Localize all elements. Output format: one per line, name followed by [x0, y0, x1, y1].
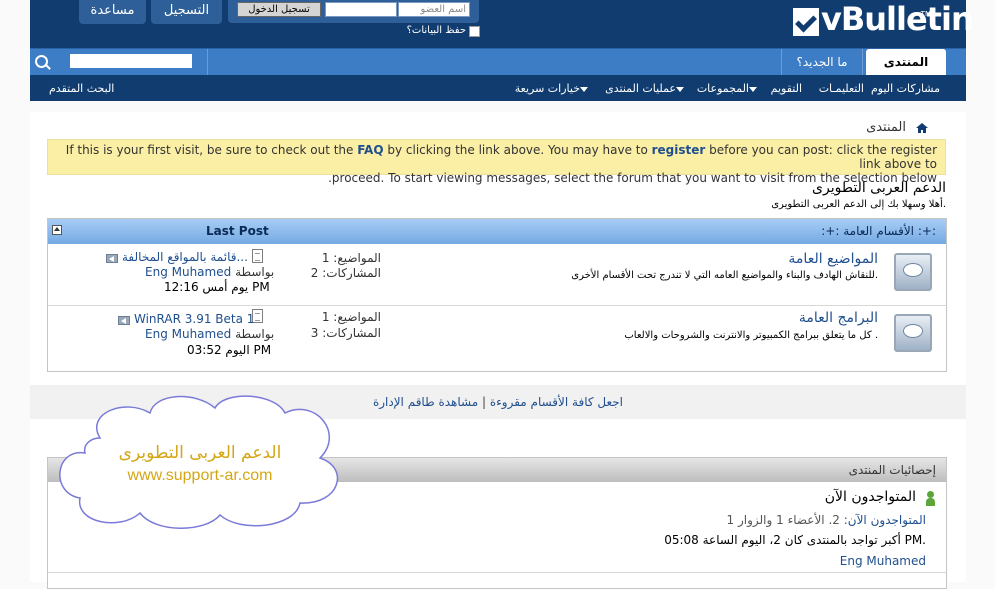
forum-posts-count: المشاركات: 2	[310, 266, 381, 280]
forum-name-link[interactable]: البرامج العامة	[799, 310, 878, 326]
statistics-divider	[48, 572, 946, 573]
search-input[interactable]	[70, 54, 192, 68]
vbulletin-logo[interactable]: vBulletin TM	[793, 0, 974, 42]
by-label: بواسطة	[235, 265, 275, 279]
subnav-calendar[interactable]: التقويم	[771, 82, 802, 95]
first-visit-notice: If this is your first visit, be sure to …	[47, 139, 946, 185]
forum-row: المواضيع العامة للنقاش الهادف والبناء وا…	[48, 245, 946, 305]
remember-me: حفظ البيانات؟	[406, 25, 480, 40]
watermark-title: الدعم العربى التطويرى	[118, 443, 282, 463]
notice-part2: by clicking the link above. You may have…	[383, 143, 652, 157]
last-post-user-link[interactable]: Eng Muhamed	[145, 327, 231, 341]
remember-label: حفظ البيانات؟	[406, 25, 466, 36]
tab-forum[interactable]: المنتدى	[866, 49, 946, 76]
forum-name-link[interactable]: المواضيع العامة	[788, 251, 878, 267]
help-button[interactable]: مساعدة	[79, 0, 146, 24]
forum-row: البرامج العامة كل ما يتعلق ببرامج الكمبي…	[48, 306, 946, 366]
cloud-shape	[59, 395, 339, 529]
online-detail: . الأعضاء 1 والزوار 1	[726, 513, 833, 527]
notice-text: If this is your first visit, be sure to …	[57, 143, 937, 185]
last-post-title[interactable]: WinRAR 3.91 Beta 1	[134, 312, 254, 326]
notice-part3: before you can post: click the register …	[705, 143, 937, 171]
forum-title: الدعم العربى التطويرى	[812, 180, 946, 196]
forum-topics-count: المواضيع: 1	[321, 251, 381, 265]
subnav-groups-label: المجموعات	[696, 82, 749, 95]
watermark-url: www.support-ar.com	[127, 467, 273, 484]
home-icon[interactable]	[916, 123, 928, 133]
forum-status-icon	[894, 314, 932, 352]
subnav-groups[interactable]: المجموعات	[697, 82, 759, 95]
online-record: أكبر تواجد بالمنتدى كان 2، اليوم الساعة …	[664, 533, 926, 547]
user-online-icon	[926, 491, 935, 506]
last-post-header: Last Post	[206, 224, 269, 238]
chevron-down-icon	[676, 86, 684, 92]
logo-check-icon	[793, 8, 819, 36]
collapse-icon[interactable]	[52, 225, 62, 235]
forum-topics-count: المواضيع: 1	[321, 310, 381, 324]
view-staff-link[interactable]: مشاهدة طاقم الإدارة	[373, 395, 478, 409]
forum-description: للنقاش الهادف والبناء والمواضيع العامه ا…	[571, 270, 878, 281]
last-post-user-link[interactable]: Eng Muhamed	[145, 265, 231, 279]
navbar: المنتدى ما الجديد؟	[30, 48, 966, 76]
search-icon	[35, 55, 48, 68]
online-member-link[interactable]: Eng Muhamed	[840, 554, 926, 568]
chevron-down-icon	[749, 86, 757, 92]
subnav-quick-links-label: خيارات سريعة	[514, 82, 580, 95]
goto-last-post-icon[interactable]	[118, 316, 130, 325]
subnav-faq[interactable]: التعليمـات	[819, 82, 864, 95]
document-icon	[252, 249, 263, 263]
username-field[interactable]: اسم العضو	[398, 2, 470, 17]
subnav-forum-actions-label: عمليات المنتدى	[605, 82, 676, 95]
online-users-line: المتواجدون الآن: 2. الأعضاء 1 والزوار 1	[727, 513, 926, 527]
forum-description: أهلا وسهلا بك إلى الدعم العربى التطويرى.	[771, 199, 946, 210]
chevron-down-icon	[580, 86, 588, 92]
forum-posts-count: المشاركات: 3	[310, 326, 381, 340]
breadcrumb[interactable]: المنتدى	[866, 120, 906, 135]
login-box: اسم العضو تسجيل الدخول	[228, 0, 479, 23]
by-label: بواسطة	[235, 327, 275, 341]
watermark-cloud: الدعم العربى التطويرى www.support-ar.com	[45, 393, 355, 533]
password-field[interactable]	[325, 2, 397, 17]
logo-tm: TM	[920, 10, 931, 18]
search-button[interactable]	[30, 49, 52, 75]
subnav-quick-links[interactable]: خيارات سريعة	[515, 82, 590, 95]
register-link[interactable]: register	[652, 143, 706, 157]
notice-part1: If this is your first visit, be sure to …	[65, 143, 358, 157]
navbar-divider	[207, 49, 208, 75]
forum-description: كل ما يتعلق ببرامج الكمبيوتر والانترنت و…	[624, 330, 878, 341]
header-bar: vBulletin TM اسم العضو تسجيل الدخول حفظ …	[30, 0, 974, 48]
subnav-forum-actions[interactable]: عمليات المنتدى	[605, 82, 686, 95]
last-post-by: Eng Muhamed بواسطة	[145, 265, 274, 279]
online-users-title: المتواجدون الآن	[824, 489, 916, 505]
last-post-by: Eng Muhamed بواسطة	[145, 327, 274, 341]
category-title[interactable]: :+: الأقسام العامة :+:	[821, 224, 936, 238]
last-post-date: يوم أمس 12:16 PM	[164, 280, 270, 294]
link-separator: |	[481, 395, 487, 409]
subnav-todays-posts[interactable]: مشاركات اليوم	[871, 82, 940, 95]
online-users-link[interactable]: المتواجدون الآن:	[844, 513, 926, 527]
login-button[interactable]: تسجيل الدخول	[237, 2, 321, 17]
subnav-advanced-search[interactable]: البحث المتقدم	[49, 82, 114, 95]
last-post-title[interactable]: قائمة بالمواقع المخالفة...	[122, 250, 248, 264]
faq-link[interactable]: FAQ	[357, 143, 383, 157]
mark-forums-read-link[interactable]: اجعل كافة الأقسام مقروءة	[490, 395, 623, 409]
goto-last-post-icon[interactable]	[106, 254, 118, 263]
remember-checkbox[interactable]	[469, 26, 480, 37]
forum-status-icon	[894, 253, 932, 291]
statistics-title: إحصائيات المنتدى	[848, 463, 936, 477]
tab-whats-new[interactable]: ما الجديد؟	[781, 49, 863, 75]
category-table: :+: الأقسام العامة :+: Last Post المواضي…	[47, 218, 947, 372]
logo-text: vBulletin	[821, 0, 974, 38]
register-button[interactable]: التسجيل	[151, 0, 222, 24]
category-header: :+: الأقسام العامة :+: Last Post	[48, 219, 946, 244]
last-post-date: اليوم 03:52 PM	[187, 343, 272, 357]
sub-navbar: مشاركات اليوم التعليمـات التقويم المجموع…	[30, 75, 966, 101]
online-count: 2	[832, 513, 840, 527]
